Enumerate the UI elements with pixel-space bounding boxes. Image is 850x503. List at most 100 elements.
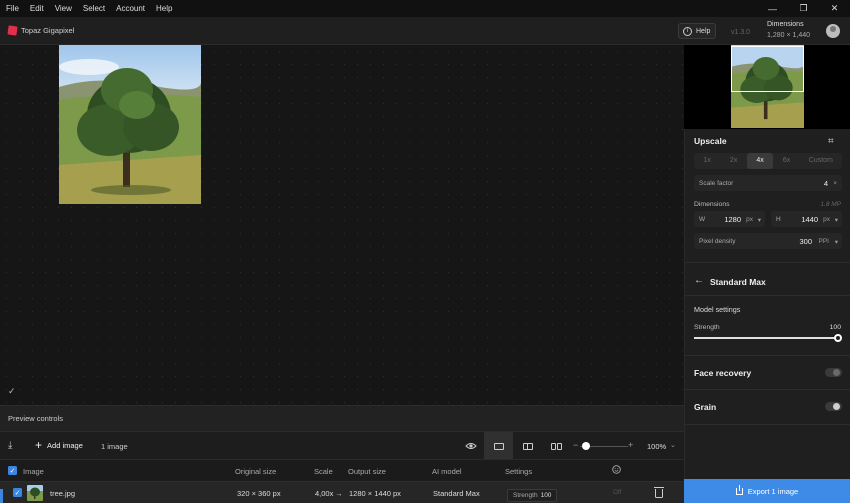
close-button[interactable]: ✕: [819, 0, 850, 17]
row-strength-pill[interactable]: Strength 100: [507, 489, 558, 502]
export-label: Export 1 image: [747, 486, 799, 496]
dimensions-title: Dimensions: [767, 21, 804, 28]
scale-option-1x[interactable]: 1x: [694, 153, 720, 169]
scale-factor-value: 4: [823, 179, 828, 188]
topaz-logo-icon: [7, 25, 18, 36]
check-icon[interactable]: ✓: [8, 386, 16, 397]
arrow-right-icon: →: [335, 489, 343, 498]
zoom-in-icon[interactable]: +: [628, 440, 633, 450]
table-row[interactable]: ✓ tree.jpg 320 × 360 px 4,00x → 1280 × 1…: [0, 481, 684, 503]
trash-icon[interactable]: [654, 487, 664, 498]
split-view-button[interactable]: [513, 432, 542, 460]
menu-edit[interactable]: Edit: [24, 4, 49, 13]
side-by-side-icon: [551, 442, 562, 450]
row-face-off: Off: [613, 489, 622, 496]
width-unit: px: [746, 216, 753, 223]
pixel-density-field[interactable]: Pixel density 300 PPI ▾: [694, 233, 842, 249]
scale-factor-field[interactable]: Scale factor 4 ×: [694, 175, 842, 191]
strength-value: 100: [829, 324, 841, 331]
tree-photo: [59, 45, 201, 204]
face-recovery-label: Face recovery: [694, 368, 752, 378]
col-settings: Settings: [505, 467, 533, 476]
width-unit-caret-icon: ▾: [757, 217, 761, 224]
preview-controls-bar[interactable]: Preview controls: [0, 405, 684, 431]
menu-select[interactable]: Select: [77, 4, 110, 13]
upscale-title: Upscale: [694, 136, 727, 146]
scale-option-custom[interactable]: Custom: [800, 153, 842, 169]
back-arrow-icon[interactable]: ←: [694, 275, 704, 286]
menu-help[interactable]: Help: [150, 4, 177, 13]
app-header: Topaz Gigapixel i Help v1.3.0 Dimensions…: [0, 17, 850, 45]
face-recovery-toggle[interactable]: [825, 368, 842, 377]
crop-icon[interactable]: ⌗: [828, 136, 834, 147]
image-table-header: ✓ Image Original size Scale Output size …: [0, 459, 684, 481]
grain-label: Grain: [694, 402, 717, 412]
divider: [685, 295, 850, 296]
height-unit: px: [823, 216, 830, 223]
divider: [685, 355, 850, 356]
pixel-density-caret-icon: ▾: [834, 239, 838, 246]
chevron-down-icon[interactable]: ⌄: [670, 441, 676, 449]
image-toolbar: ⤓ + Add image 1 image − + 100% ⌄: [0, 431, 684, 460]
height-field[interactable]: H 1440 px ▾: [771, 211, 842, 227]
scale-option-6x[interactable]: 6x: [773, 153, 799, 169]
image-canvas[interactable]: ✓: [0, 45, 684, 405]
restore-button[interactable]: ❐: [788, 0, 819, 17]
avatar[interactable]: [826, 24, 840, 38]
plus-icon: +: [35, 438, 43, 452]
menu-account[interactable]: Account: [110, 4, 150, 13]
add-image-label: Add image: [47, 440, 83, 450]
grain-toggle[interactable]: [825, 402, 842, 411]
scale-factor-label: Scale factor: [699, 180, 734, 187]
window-controls: — ❐ ✕: [757, 0, 850, 17]
col-ai-model: AI model: [432, 467, 462, 476]
width-field[interactable]: W 1280 px ▾: [694, 211, 765, 227]
zoom-value[interactable]: 100%: [647, 442, 666, 451]
minimize-button[interactable]: —: [757, 0, 788, 17]
scale-option-4x[interactable]: 4x: [746, 153, 774, 169]
navigator-viewport-frame[interactable]: [731, 46, 804, 92]
row-original-size: 320 × 360 px: [237, 489, 281, 498]
help-button[interactable]: i Help: [678, 23, 716, 39]
menu-view[interactable]: View: [49, 4, 77, 13]
split-view-icon: [522, 442, 533, 450]
height-label: H: [776, 216, 781, 223]
height-value: 1440: [801, 215, 818, 224]
export-button[interactable]: Export 1 image: [684, 479, 850, 503]
help-label: Help: [696, 27, 711, 35]
divider: [685, 262, 850, 263]
scale-selector: 1x 2x 4x 6x Custom: [694, 153, 842, 169]
col-output-size: Output size: [348, 467, 386, 476]
eye-icon: [464, 443, 477, 449]
add-image-button[interactable]: + Add image: [35, 438, 83, 452]
dimensions-label: Dimensions: [694, 201, 730, 208]
select-all-checkbox[interactable]: ✓: [8, 466, 17, 475]
navigator-preview[interactable]: [684, 45, 850, 129]
preview-eye-button[interactable]: [456, 432, 485, 460]
col-original-size: Original size: [235, 467, 277, 476]
scale-factor-unit: ×: [833, 180, 837, 187]
divider: [685, 424, 850, 425]
pixel-density-label: Pixel density: [699, 238, 736, 245]
pixel-density-unit: PPI: [818, 238, 829, 245]
row-file-name: tree.jpg: [50, 489, 76, 498]
model-name[interactable]: Standard Max: [710, 277, 766, 287]
menu-file[interactable]: File: [0, 4, 24, 13]
row-output-size: 1280 × 1440 px: [349, 489, 401, 498]
scale-option-2x[interactable]: 2x: [720, 153, 746, 169]
zoom-slider-handle[interactable]: [582, 442, 590, 450]
download-icon[interactable]: ⤓: [8, 440, 12, 451]
row-checkbox[interactable]: ✓: [13, 488, 22, 497]
zoom-out-icon[interactable]: −: [573, 440, 578, 450]
pixel-density-value: 300: [799, 237, 812, 246]
face-icon: [612, 465, 621, 476]
strength-slider-track[interactable]: [694, 337, 839, 339]
strength-slider-handle[interactable]: [834, 334, 842, 342]
single-view-icon: [493, 442, 504, 450]
side-by-side-button[interactable]: [542, 432, 571, 460]
single-view-button[interactable]: [484, 432, 513, 460]
col-scale: Scale: [314, 467, 333, 476]
app-name: Topaz Gigapixel: [21, 26, 75, 35]
width-value: 1280: [724, 215, 741, 224]
model-settings-label: Model settings: [694, 305, 741, 314]
